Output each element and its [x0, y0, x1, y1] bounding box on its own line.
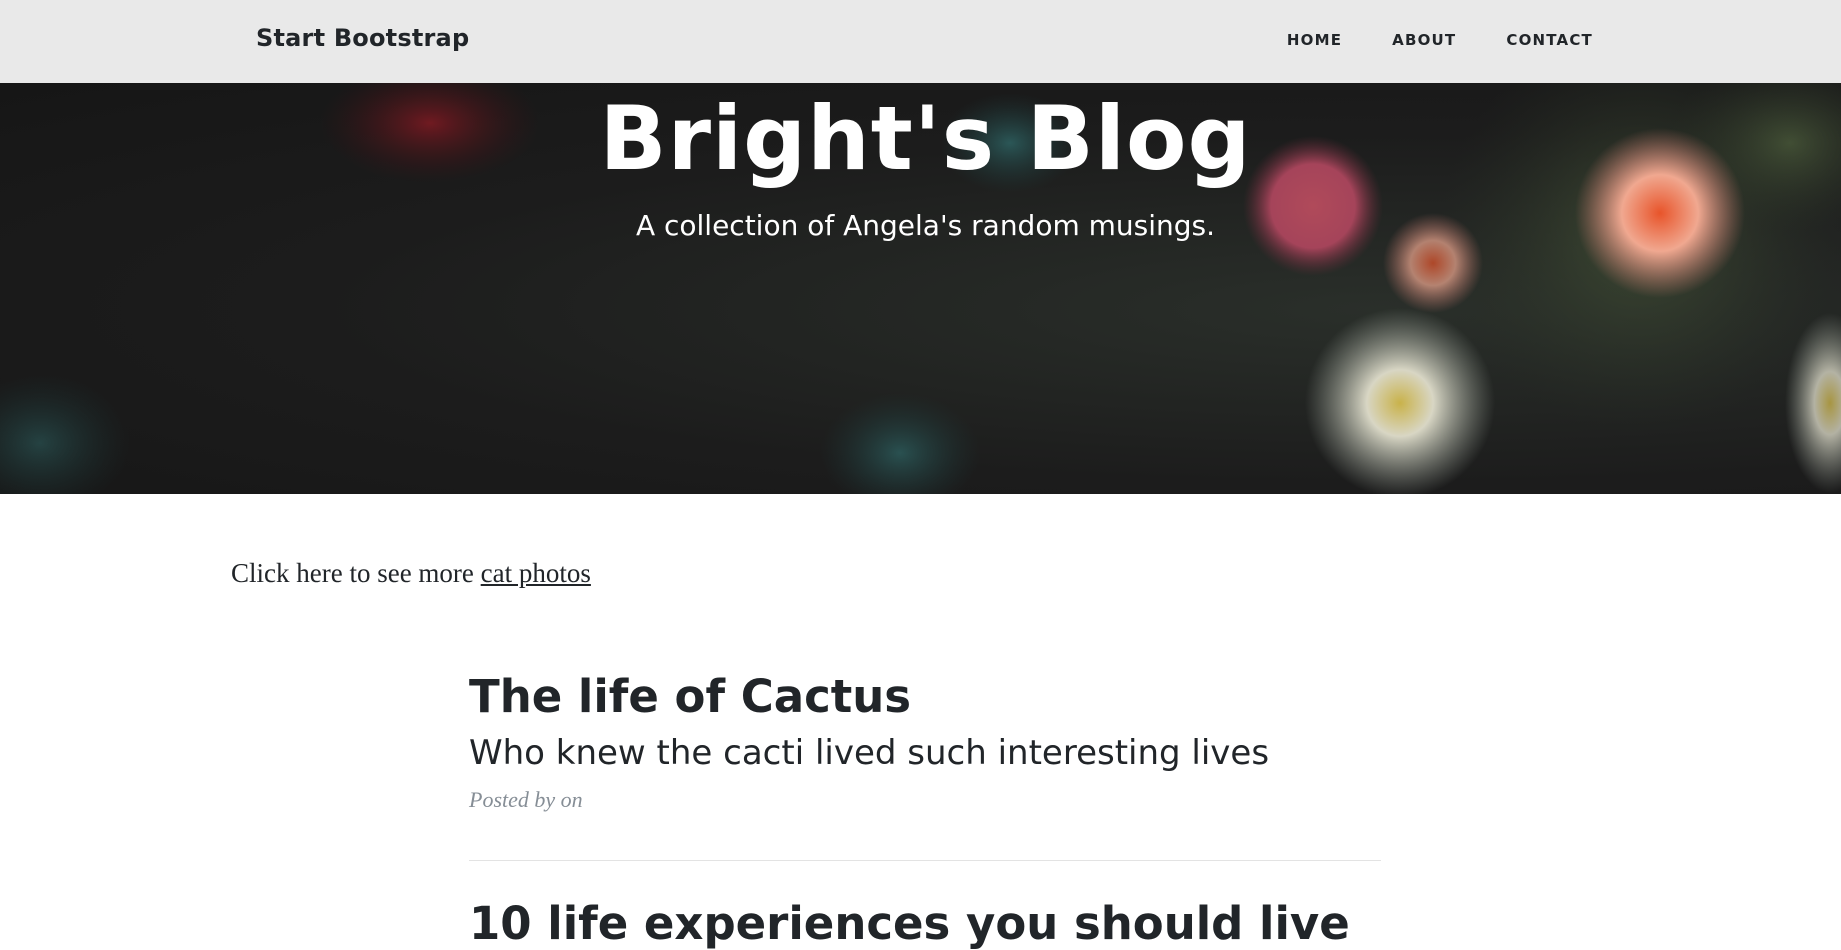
post-title[interactable]: The life of Cactus [469, 670, 1381, 723]
post-preview[interactable]: The life of Cactus Who knew the cacti li… [469, 670, 1381, 813]
nav-about-link[interactable]: ABOUT [1392, 31, 1456, 49]
top-navbar: Start Bootstrap HOME ABOUT CONTACT [0, 0, 1841, 83]
hero-subtitle: A collection of Angela's random musings. [635, 209, 1216, 242]
cat-photos-text: Click here to see more [231, 558, 481, 588]
cat-photos-paragraph: Click here to see more cat photos [231, 558, 591, 589]
nav-home-link[interactable]: HOME [1287, 31, 1342, 49]
nav-links: HOME ABOUT CONTACT [1237, 31, 1593, 49]
hero-title: Bright's Blog [599, 87, 1252, 190]
post-preview[interactable]: 10 life experiences you should live [469, 897, 1381, 950]
brand-link[interactable]: Start Bootstrap [256, 24, 469, 52]
post-subtitle[interactable]: Who knew the cacti lived such interestin… [469, 733, 1381, 773]
post-divider [469, 860, 1381, 861]
post-meta: Posted by on [469, 787, 583, 812]
nav-contact-link[interactable]: CONTACT [1506, 31, 1593, 49]
hero-banner: Bright's Blog A collection of Angela's r… [0, 83, 1841, 494]
cat-photos-link[interactable]: cat photos [481, 558, 591, 588]
post-title[interactable]: 10 life experiences you should live [469, 897, 1381, 950]
